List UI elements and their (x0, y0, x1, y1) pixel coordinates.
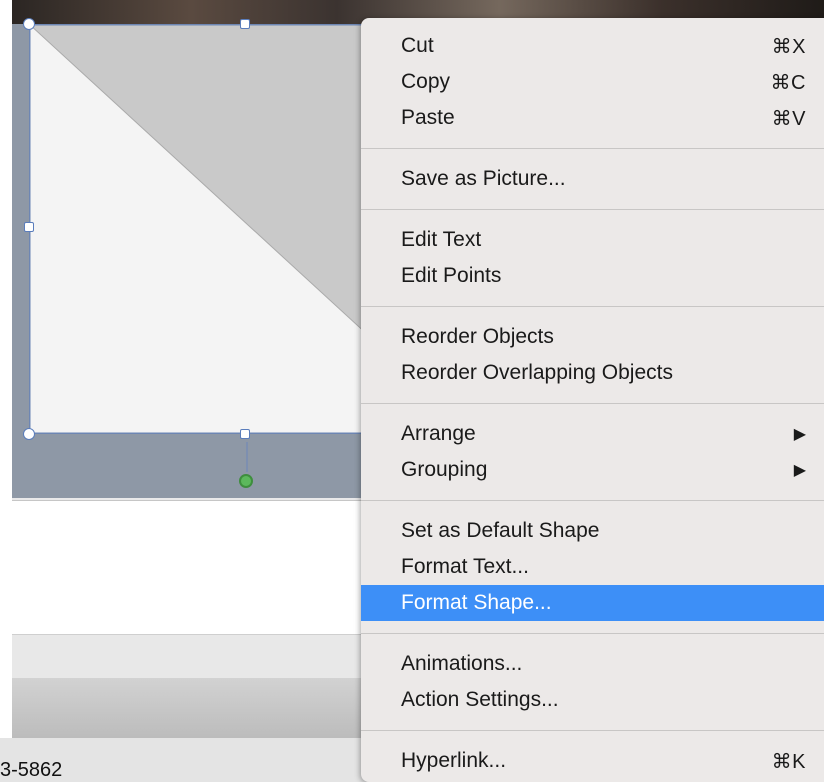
menu-item-format-shape[interactable]: Format Shape... (361, 585, 824, 621)
menu-item-set-as-default-shape[interactable]: Set as Default Shape (361, 513, 824, 549)
menu-separator (361, 500, 824, 501)
menu-item-label: Grouping (401, 458, 488, 481)
selected-shape[interactable] (29, 24, 369, 434)
menu-item-animations[interactable]: Animations... (361, 646, 824, 682)
menu-item-arrange[interactable]: Arrange ▶ (361, 416, 824, 452)
resize-handle-bottom-left[interactable] (23, 428, 35, 440)
menu-item-save-as-picture[interactable]: Save as Picture... (361, 161, 824, 197)
menu-item-label: Edit Text (401, 228, 482, 251)
rotate-connector (246, 442, 248, 472)
menu-separator (361, 209, 824, 210)
submenu-arrow-icon: ▶ (793, 426, 806, 443)
context-menu: Cut ⌘X Copy ⌘C Paste ⌘V Save as Picture.… (361, 18, 824, 782)
menu-item-label: Save as Picture... (401, 167, 566, 190)
menu-item-format-text[interactable]: Format Text... (361, 549, 824, 585)
menu-item-label: Format Shape... (401, 591, 552, 614)
menu-item-hyperlink[interactable]: Hyperlink... ⌘K (361, 743, 824, 779)
menu-item-action-settings[interactable]: Action Settings... (361, 682, 824, 718)
menu-item-label: Paste (401, 106, 455, 129)
menu-separator (361, 730, 824, 731)
menu-item-label: Edit Points (401, 264, 502, 287)
menu-item-label: Cut (401, 34, 434, 57)
menu-item-reorder-objects[interactable]: Reorder Objects (361, 319, 824, 355)
menu-separator (361, 633, 824, 634)
menu-separator (361, 403, 824, 404)
resize-handle-left[interactable] (24, 222, 34, 232)
shortcut-label: ⌘C (770, 71, 806, 94)
menu-item-label: Copy (401, 70, 451, 93)
menu-item-copy[interactable]: Copy ⌘C (361, 64, 824, 100)
resize-handle-top[interactable] (240, 19, 250, 29)
rotate-handle[interactable] (239, 474, 253, 488)
menu-item-label: Action Settings... (401, 688, 559, 711)
menu-separator (361, 148, 824, 149)
menu-item-label: Animations... (401, 652, 523, 675)
menu-item-label: Arrange (401, 422, 476, 445)
menu-item-label: Reorder Overlapping Objects (401, 361, 673, 384)
shortcut-label: ⌘K (771, 750, 806, 773)
menu-separator (361, 306, 824, 307)
menu-item-edit-text[interactable]: Edit Text (361, 222, 824, 258)
resize-handle-bottom[interactable] (240, 429, 250, 439)
menu-item-cut[interactable]: Cut ⌘X (361, 28, 824, 64)
menu-item-label: Reorder Objects (401, 325, 554, 348)
resize-handle-top-left[interactable] (23, 18, 35, 30)
submenu-arrow-icon: ▶ (793, 462, 806, 479)
shortcut-label: ⌘V (771, 107, 806, 130)
window-left-edge (0, 0, 12, 782)
shortcut-label: ⌘X (771, 35, 806, 58)
menu-item-paste[interactable]: Paste ⌘V (361, 100, 824, 136)
menu-item-edit-points[interactable]: Edit Points (361, 258, 824, 294)
menu-item-reorder-overlapping-objects[interactable]: Reorder Overlapping Objects (361, 355, 824, 391)
menu-item-grouping[interactable]: Grouping ▶ (361, 452, 824, 488)
phone-number-fragment: 3-5862 (0, 759, 63, 781)
menu-item-label: Set as Default Shape (401, 519, 600, 542)
menu-item-label: Format Text... (401, 555, 529, 578)
menu-item-label: Hyperlink... (401, 749, 507, 772)
